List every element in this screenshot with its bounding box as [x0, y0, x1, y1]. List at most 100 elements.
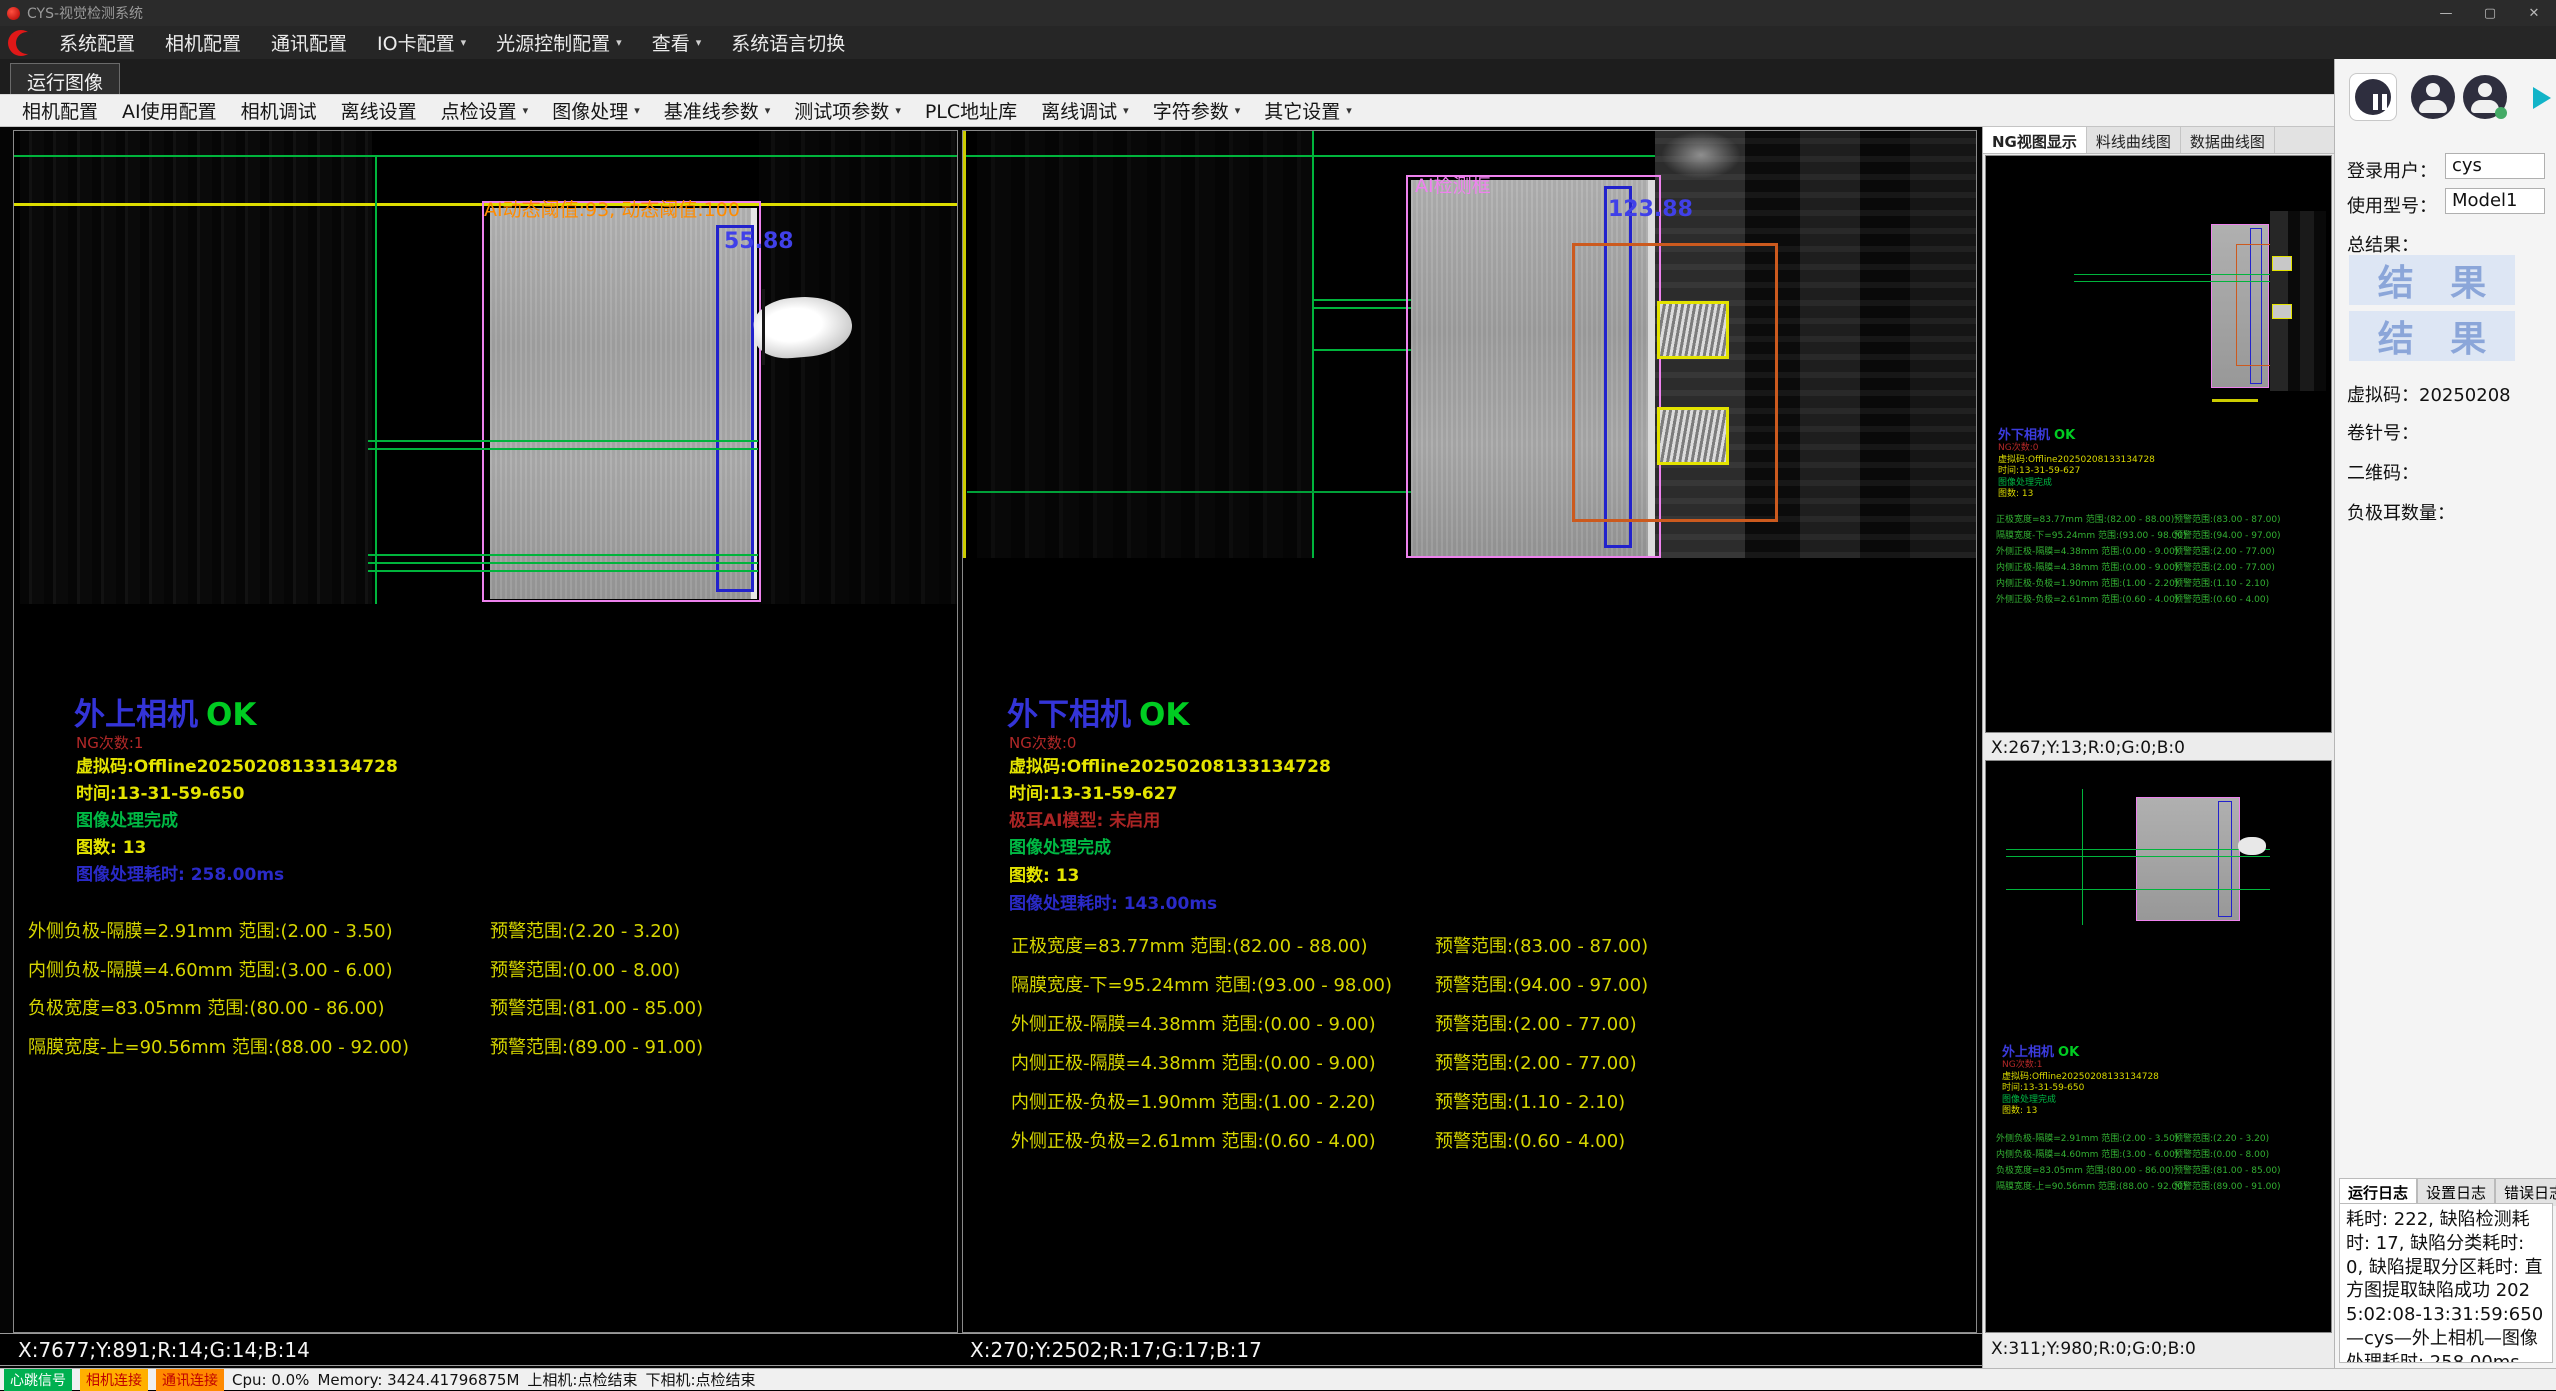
ng-preview-top[interactable]: 外下相机OK NG次数:0 虚拟码:Offline202502081331347…	[1985, 155, 2332, 733]
dropdown-arrow-icon: ▾	[523, 104, 529, 117]
mini-time: 时间:13-31-59-650	[2002, 1083, 2159, 1095]
log-tab[interactable]: 设置日志	[2417, 1178, 2495, 1206]
lower-camera-status-text: 下相机:点检结束	[645, 1369, 755, 1390]
dropdown-arrow-icon: ▾	[696, 36, 702, 49]
menu-item[interactable]: 相机配置	[150, 26, 256, 59]
mini-ng-count: NG次数:0	[1998, 443, 2155, 455]
preview-top-coords: X:267;Y:13;R:0;G:0;B:0	[1991, 738, 2185, 758]
collapse-arrow-icon[interactable]	[2533, 87, 2551, 109]
pause-button[interactable]	[2349, 73, 2397, 121]
camera-area: AI动态阈值:93, 动态阈值:100 55.88 外上相机OK NG次数:1 …	[0, 127, 1982, 1368]
mini-done: 图像处理完成	[2002, 1095, 2159, 1107]
measurement-row: 隔膜宽度-下=95.24mm 范围:(93.00 - 98.00) 预警范围:(…	[1996, 528, 2328, 544]
mini-edge-box	[2218, 801, 2232, 917]
menu-item[interactable]: 通讯配置	[256, 26, 362, 59]
measurement-list: 外侧负极-隔膜=2.91mm 范围:(2.00 - 3.50) 预警范围:(2.…	[28, 917, 953, 1072]
warning-range-text: 预警范围:(1.10 - 2.10)	[1435, 1088, 1625, 1114]
camera-name: 外下相机	[1007, 697, 1131, 733]
log-tab[interactable]: 错误日志	[2495, 1178, 2556, 1206]
measurement-text: 隔膜宽度-上=90.56mm 范围:(88.00 - 92.00)	[1996, 1179, 2187, 1192]
model-label: 使用型号：	[2347, 192, 2437, 218]
reference-line-yellow	[963, 131, 966, 558]
mini-measure-line	[2006, 849, 2270, 850]
reference-line-vertical	[375, 155, 377, 604]
mini-time: 时间:13-31-59-627	[1998, 466, 2155, 478]
measurement-text: 外侧正极-隔膜=4.38mm 范围:(0.00 - 9.00)	[1011, 1010, 1376, 1036]
toolbar-item[interactable]: 图像处理▾	[540, 97, 652, 124]
menu-item[interactable]: 查看▾	[637, 26, 717, 59]
toolbar-item-label: 离线设置	[341, 97, 417, 124]
ng-preview-bottom[interactable]: 外上相机OK NG次数:1 虚拟码:Offline202502081331347…	[1985, 760, 2332, 1333]
info-panel: 登录用户： cys 使用型号： Model1 总结果： 结 果 结 果 虚拟码：…	[2334, 59, 2556, 1368]
toolbar-item[interactable]: 相机配置	[10, 97, 110, 124]
measurement-text: 外侧负极-隔膜=2.91mm 范围:(2.00 - 3.50)	[28, 917, 393, 943]
menu-item-label: IO卡配置	[377, 29, 455, 56]
dropdown-arrow-icon: ▾	[616, 36, 622, 49]
warning-range-text: 预警范围:(0.60 - 4.00)	[2174, 592, 2269, 605]
view-tab-row: 运行图像	[0, 59, 2334, 94]
log-area[interactable]: 耗时: 222, 缺陷检测耗时: 17, 缺陷分类耗时: 0, 缺陷提取分区耗时…	[2339, 1203, 2553, 1363]
toolbar-item-label: 相机配置	[22, 97, 98, 124]
mini-tab-blob	[2238, 837, 2266, 855]
measurement-row: 内侧正极-隔膜=4.38mm 范围:(0.00 - 9.00) 预警范围:(2.…	[1996, 560, 2328, 576]
process-time-text: 图像处理耗时: 258.00ms	[76, 860, 284, 885]
toolbar-item[interactable]: 离线调试▾	[1029, 97, 1141, 124]
login-user-label: 登录用户：	[2347, 157, 2437, 183]
maximize-button[interactable]: ▢	[2468, 0, 2512, 26]
warning-range-text: 预警范围:(2.20 - 3.20)	[2174, 1131, 2269, 1144]
measurement-text: 外侧正极-负极=2.61mm 范围:(0.60 - 4.00)	[1011, 1127, 1376, 1153]
minimize-button[interactable]: —	[2424, 0, 2468, 26]
menu-item-label: 系统配置	[59, 29, 135, 56]
warning-range-text: 预警范围:(94.00 - 97.00)	[2174, 528, 2281, 541]
toolbar-item[interactable]: 基准线参数 ▾	[652, 97, 783, 124]
model-select[interactable]: Model1	[2445, 188, 2545, 214]
preview-tab[interactable]: 料线曲线图	[2087, 127, 2181, 153]
close-button[interactable]: ✕	[2512, 0, 2556, 26]
toolbar-item[interactable]: AI使用配置	[110, 97, 229, 124]
log-tab[interactable]: 运行日志	[2339, 1178, 2417, 1206]
right-camera-viewport[interactable]: AI检测框 123.88 外下相机OK NG次数:0 虚拟码:Offline20…	[962, 130, 1977, 1333]
mini-status-ok: OK	[2054, 428, 2075, 443]
warning-range-text: 预警范围:(2.00 - 77.00)	[1435, 1010, 1637, 1036]
toolbar-item[interactable]: 相机调试	[229, 97, 329, 124]
login-user-value: cys	[2445, 153, 2545, 179]
mini-virtual-code: 虚拟码:Offline20250208133134728	[1998, 455, 2155, 467]
toolbar-item-label: 基准线参数	[664, 97, 759, 124]
measurement-row: 正极宽度=83.77mm 范围:(82.00 - 88.00) 预警范围:(83…	[1011, 932, 1971, 971]
menu-item[interactable]: IO卡配置▾	[362, 26, 481, 59]
toolbar-item-label: 字符参数	[1153, 97, 1229, 124]
preview-tab[interactable]: NG视图显示	[1983, 127, 2087, 153]
measure-line	[368, 562, 758, 564]
menu-item[interactable]: 系统语言切换	[716, 26, 860, 59]
comm-connect-badge: 通讯连接	[156, 1369, 224, 1391]
warning-range-text: 预警范围:(2.00 - 77.00)	[2174, 560, 2275, 573]
time-text: 时间:13-31-59-627	[1009, 779, 1177, 804]
toolbar-item[interactable]: PLC地址库	[913, 97, 1029, 124]
toolbar-item[interactable]: 测试项参数▾	[782, 97, 913, 124]
ai-threshold-text: AI动态阈值:93, 动态阈值:100	[484, 195, 740, 222]
user-settings-button[interactable]	[2461, 73, 2509, 121]
user-button[interactable]	[2409, 73, 2457, 121]
mini-virtual-code: 虚拟码:Offline20250208133134728	[2002, 1072, 2159, 1084]
preview-tab[interactable]: 数据曲线图	[2181, 127, 2275, 153]
menu-item[interactable]: 系统配置	[44, 26, 150, 59]
camera-name: 外上相机	[74, 697, 198, 733]
left-camera-viewport[interactable]: AI动态阈值:93, 动态阈值:100 55.88 外上相机OK NG次数:1 …	[13, 130, 958, 1333]
toolbar-item[interactable]: 字符参数▾	[1141, 97, 1253, 124]
toolbar-item[interactable]: 离线设置	[329, 97, 429, 124]
camera-status-ok: OK	[206, 697, 256, 733]
roi-box-orange	[1572, 243, 1778, 522]
toolbar-item[interactable]: 其它设置▾	[1252, 97, 1364, 124]
measurement-row: 外侧正极-隔膜=4.38mm 范围:(0.00 - 9.00) 预警范围:(2.…	[1011, 1010, 1971, 1049]
result-display-1: 结 果	[2349, 255, 2515, 305]
measurement-text: 内侧正极-隔膜=4.38mm 范围:(0.00 - 9.00)	[1996, 560, 2178, 573]
measurement-row: 隔膜宽度-上=90.56mm 范围:(88.00 - 92.00) 预警范围:(…	[1996, 1179, 2328, 1195]
toolbar-item[interactable]: 点检设置▾	[429, 97, 541, 124]
menu-item[interactable]: 光源控制配置▾	[481, 26, 637, 59]
log-tabs: 运行日志设置日志错误日志	[2339, 1178, 2556, 1206]
dropdown-arrow-icon: ▾	[765, 104, 771, 117]
virtual-code-text: 虚拟码:Offline20250208133134728	[1009, 752, 1331, 777]
measure-line	[368, 554, 758, 556]
mini-measurement-list: 外侧负极-隔膜=2.91mm 范围:(2.00 - 3.50) 预警范围:(2.…	[1996, 1131, 2328, 1195]
measurement-text: 正极宽度=83.77mm 范围:(82.00 - 88.00)	[1011, 932, 1368, 958]
